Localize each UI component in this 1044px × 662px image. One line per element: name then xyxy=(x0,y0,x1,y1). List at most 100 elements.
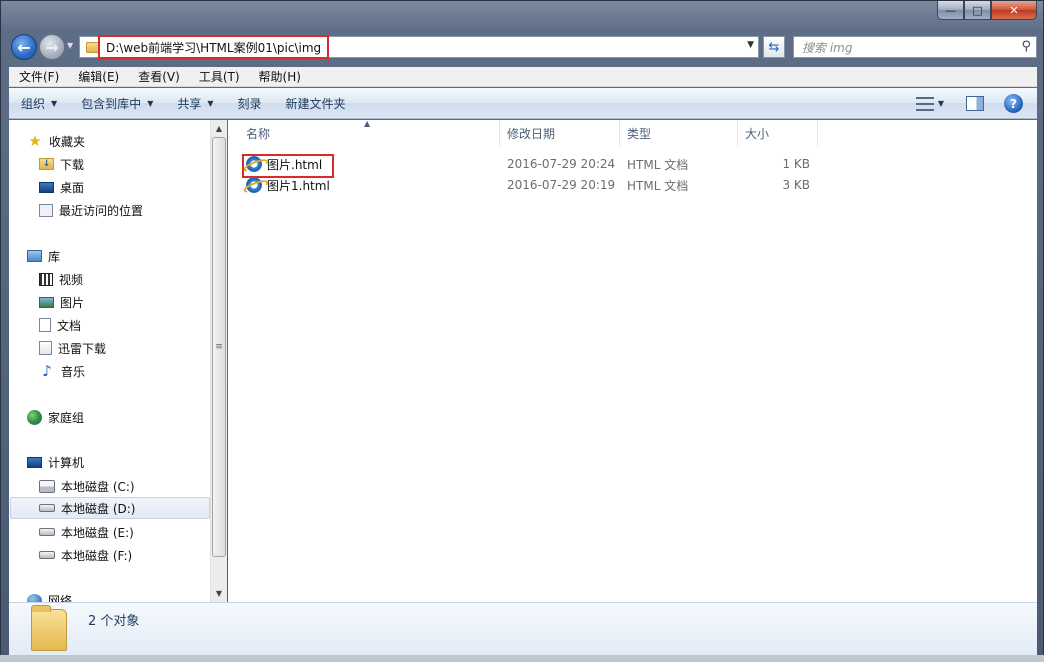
column-name-label: 名称 xyxy=(246,126,271,141)
address-path[interactable]: D:\web前端学习\HTML案例01\pic\img xyxy=(98,35,330,59)
recent-pages-dropdown[interactable]: ▼ xyxy=(67,41,73,50)
thunder-download-icon xyxy=(39,341,52,355)
file-size: 3 KB xyxy=(782,178,810,192)
file-type: HTML 文档 xyxy=(627,178,689,193)
minimize-button[interactable]: — xyxy=(937,1,964,20)
scroll-thumb[interactable]: ≡ xyxy=(212,137,226,557)
sidebar-label: 收藏夹 xyxy=(49,134,86,149)
sidebar-item-drive-e[interactable]: 本地磁盘 (E:) xyxy=(39,521,224,543)
back-button[interactable]: ← xyxy=(11,34,37,60)
sidebar-scrollbar[interactable]: ▲ ≡ ▼ xyxy=(210,120,227,602)
homegroup-icon xyxy=(27,409,42,425)
preview-pane-icon[interactable] xyxy=(966,96,984,111)
sidebar-label: 迅雷下载 xyxy=(58,341,107,356)
file-row[interactable]: 图片1.html 2016-07-29 20:19 HTML 文档 3 KB xyxy=(228,174,828,196)
explorer-window: — □ ✕ ← → ▼ D:\web前端学习\HTML案例01\pic\img … xyxy=(0,0,1044,662)
sidebar-item-thunder[interactable]: 迅雷下载 xyxy=(39,337,224,359)
sidebar-favorites[interactable]: ★ 收藏夹 xyxy=(27,130,224,152)
drive-icon xyxy=(39,504,55,512)
drive-icon xyxy=(39,551,55,559)
arrow-left-icon: ← xyxy=(17,37,31,57)
item-count: 2 个对象 xyxy=(88,614,140,629)
address-bar[interactable]: D:\web前端学习\HTML案例01\pic\img ▼ xyxy=(79,35,759,59)
chevron-down-icon: ▼ xyxy=(207,98,214,108)
chevron-down-icon[interactable]: ▼ xyxy=(747,40,754,50)
share-label: 共享 xyxy=(177,96,202,111)
details-pane: 2 个对象 xyxy=(9,602,1037,655)
sidebar-label: 本地磁盘 (F:) xyxy=(61,548,133,563)
file-list-pane: ▲ 名称 修改日期 类型 大小 图片.html 2016-07-29 20:24 … xyxy=(228,119,1037,602)
chevron-down-icon: ▼ xyxy=(147,98,154,108)
sidebar-computer[interactable]: 计算机 xyxy=(27,451,224,473)
sidebar-item-drive-c[interactable]: 本地磁盘 (C:) xyxy=(39,475,224,497)
sidebar-label: 库 xyxy=(48,249,61,264)
command-bar: 组织 ▼ 包含到库中 ▼ 共享 ▼ 刻录 新建文件夹 ▼ ? xyxy=(9,88,1037,119)
sidebar-item-drive-d[interactable]: 本地磁盘 (D:) xyxy=(10,497,210,519)
sidebar-homegroup[interactable]: 家庭组 xyxy=(27,406,224,428)
view-options-icon[interactable] xyxy=(915,96,934,111)
close-button[interactable]: ✕ xyxy=(991,1,1037,20)
sidebar-item-drive-f[interactable]: 本地磁盘 (F:) xyxy=(39,544,224,566)
column-header: ▲ 名称 修改日期 类型 大小 xyxy=(228,119,1037,146)
sidebar-item-documents[interactable]: 文档 xyxy=(39,314,224,336)
sidebar-label: 本地磁盘 (C:) xyxy=(61,479,135,494)
column-type[interactable]: 类型 xyxy=(620,120,738,146)
menu-view[interactable]: 查看(V) xyxy=(128,68,189,85)
star-icon: ★ xyxy=(28,132,42,150)
sidebar-item-videos[interactable]: 视频 xyxy=(39,268,224,290)
share-button[interactable]: 共享 ▼ xyxy=(165,95,225,112)
file-row[interactable]: 图片.html 2016-07-29 20:24 HTML 文档 1 KB xyxy=(228,153,828,178)
file-modified: 2016-07-29 20:19 xyxy=(507,178,616,192)
maximize-button[interactable]: □ xyxy=(964,1,991,20)
menu-file[interactable]: 文件(F) xyxy=(9,68,68,85)
organize-button[interactable]: 组织 ▼ xyxy=(9,95,69,112)
search-icon[interactable]: ⚲ xyxy=(1021,39,1031,54)
sidebar-label: 图片 xyxy=(60,295,85,310)
recent-places-icon xyxy=(39,203,53,217)
menu-edit[interactable]: 编辑(E) xyxy=(68,68,128,85)
ie-html-icon xyxy=(246,177,262,193)
taskbar xyxy=(0,655,1044,662)
network-icon xyxy=(27,593,42,602)
file-name-cell[interactable]: 图片.html xyxy=(228,153,500,178)
sidebar-label: 家庭组 xyxy=(48,410,85,425)
chevron-down-icon[interactable]: ▼ xyxy=(938,99,944,108)
sidebar-item-recent[interactable]: 最近访问的位置 xyxy=(39,199,224,221)
sidebar-label: 桌面 xyxy=(60,180,85,195)
scroll-down-button[interactable]: ▼ xyxy=(211,585,227,602)
sidebar-network[interactable]: 网络 xyxy=(27,589,224,603)
include-library-button[interactable]: 包含到库中 ▼ xyxy=(69,95,165,112)
sidebar-item-pictures[interactable]: 图片 xyxy=(39,291,224,313)
sidebar-label: 本地磁盘 (D:) xyxy=(61,501,136,516)
file-size: 1 KB xyxy=(782,157,810,171)
menu-bar: 文件(F) 编辑(E) 查看(V) 工具(T) 帮助(H) xyxy=(9,67,1037,87)
arrow-right-icon: → xyxy=(45,37,59,57)
sidebar-item-desktop[interactable]: 桌面 xyxy=(39,176,224,198)
burn-button[interactable]: 刻录 xyxy=(226,95,274,112)
file-name-cell[interactable]: 图片1.html xyxy=(228,177,500,194)
forward-button[interactable]: → xyxy=(39,34,65,60)
document-icon xyxy=(39,318,51,332)
scroll-up-button[interactable]: ▲ xyxy=(211,120,227,137)
navigation-row: ← → ▼ D:\web前端学习\HTML案例01\pic\img ▼ ⇆ 搜索… xyxy=(9,31,1039,63)
column-modified[interactable]: 修改日期 xyxy=(500,120,620,146)
organize-label: 组织 xyxy=(21,96,46,111)
sidebar-libraries[interactable]: 库 xyxy=(27,245,224,267)
chevron-down-icon: ▼ xyxy=(51,98,58,108)
refresh-button[interactable]: ⇆ xyxy=(763,36,785,58)
sidebar-label: 视频 xyxy=(59,272,84,287)
help-icon[interactable]: ? xyxy=(1004,94,1023,113)
search-input[interactable]: 搜索 img ⚲ xyxy=(793,36,1037,58)
column-size[interactable]: 大小 xyxy=(738,120,818,146)
menu-help[interactable]: 帮助(H) xyxy=(249,68,310,85)
library-icon xyxy=(27,250,42,262)
sidebar-item-music[interactable]: ♪ 音乐 xyxy=(39,360,224,382)
menu-tools[interactable]: 工具(T) xyxy=(189,68,249,85)
picture-icon xyxy=(39,296,54,308)
ie-html-icon xyxy=(246,156,262,172)
sidebar-label: 网络 xyxy=(48,593,73,603)
video-icon xyxy=(39,272,53,286)
new-folder-button[interactable]: 新建文件夹 xyxy=(274,95,358,112)
column-name[interactable]: ▲ 名称 xyxy=(228,119,500,146)
sidebar-item-downloads[interactable]: ↓ 下载 xyxy=(39,153,224,175)
